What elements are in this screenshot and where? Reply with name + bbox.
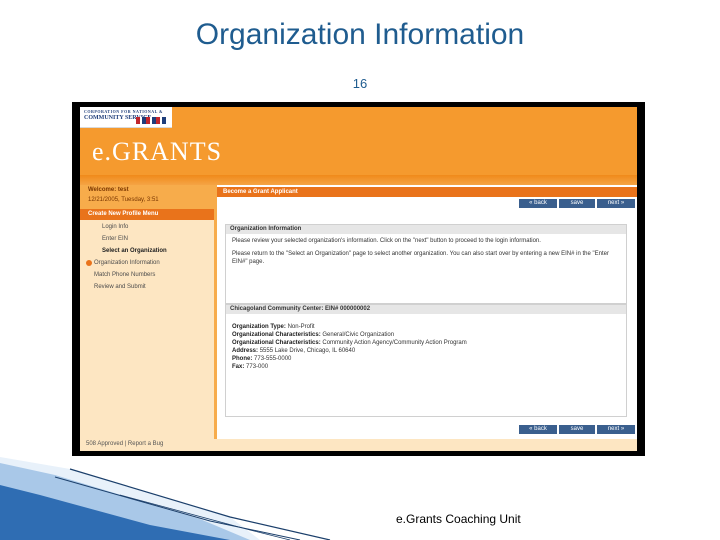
slide-title: Organization Information <box>195 18 525 51</box>
save-button[interactable]: save <box>559 199 595 208</box>
welcome-text: Welcome: test <box>88 187 129 193</box>
egrants-screenshot: CORPORATION FOR NATIONAL & COMMUNITY SER… <box>72 102 645 456</box>
next-label: next <box>607 426 620 432</box>
back-button[interactable]: « back <box>519 199 557 208</box>
detail-address: Address: 5555 Lake Drive, Chicago, IL 60… <box>232 348 356 354</box>
sidebar-item-select-organization[interactable]: Select an Organization <box>80 245 217 257</box>
main-content: Become a Grant Applicant « back save nex… <box>217 185 637 439</box>
slide-caption: e.Grants Coaching Unit <box>396 512 521 526</box>
instruction-proceed: Please review your selected organization… <box>232 238 541 244</box>
sidebar-item-label: Organization Information <box>94 260 160 266</box>
egrants-logo: e.GRANTS <box>92 137 223 166</box>
save-button-bottom[interactable]: save <box>559 425 595 434</box>
sidebar-item-match-phone-numbers[interactable]: Match Phone Numbers <box>80 269 217 281</box>
sidebar-item-review-and-submit[interactable]: Review and Submit <box>80 281 217 293</box>
top-nav-buttons: « back save next » <box>519 199 635 208</box>
next-button-bottom[interactable]: next » <box>597 425 635 434</box>
current-step-icon <box>86 260 92 266</box>
instruction-return: Please return to the "Select an Organiza… <box>232 251 609 265</box>
banner-divider <box>80 175 637 185</box>
back-label: back <box>534 200 547 206</box>
logo-line-1: CORPORATION FOR NATIONAL & <box>84 109 163 114</box>
next-button[interactable]: next » <box>597 199 635 208</box>
sidebar-item-organization-information[interactable]: Organization Information <box>80 257 217 269</box>
organization-info-text: Please review your selected organization… <box>226 234 626 266</box>
detail-organization-type: Organization Type: Non-Profit <box>232 324 315 330</box>
organization-details: Organization Type: Non-Profit Organizati… <box>226 314 626 371</box>
detail-characteristics-2: Organizational Characteristics: Communit… <box>232 340 467 346</box>
next-label: next <box>607 200 620 206</box>
back-label: back <box>534 426 547 432</box>
welcome-panel: Welcome: test 12/21/2005, Tuesday, 3:51 <box>80 185 217 209</box>
bottom-nav-buttons: « back save next » <box>519 425 635 434</box>
footer-links[interactable]: 508 Approved | Report a Bug <box>86 441 163 447</box>
organization-detail-box: Chicagoland Community Center: EIN# 00000… <box>225 304 627 417</box>
footer-bar: 508 Approved | Report a Bug <box>80 439 637 451</box>
profile-menu: Login Info Enter EIN Select an Organizat… <box>80 221 217 293</box>
menu-title: Create New Profile Menu <box>80 209 217 220</box>
sidebar-item-enter-ein[interactable]: Enter EIN <box>80 233 217 245</box>
egrants-window: CORPORATION FOR NATIONAL & COMMUNITY SER… <box>80 107 637 451</box>
organization-name-heading: Chicagoland Community Center: EIN# 00000… <box>226 305 626 314</box>
detail-characteristics-1: Organizational Characteristics: General/… <box>232 332 395 338</box>
flag-icon <box>136 117 166 124</box>
slide-decoration <box>0 457 331 540</box>
welcome-date: 12/21/2005, Tuesday, 3:51 <box>88 197 159 203</box>
organization-info-heading: Organization Information <box>226 225 626 234</box>
sidebar-item-login-info[interactable]: Login Info <box>80 221 217 233</box>
organization-info-box: Organization Information Please review y… <box>225 224 627 304</box>
slide-number: 16 <box>352 76 368 91</box>
page-heading-bar: Become a Grant Applicant <box>217 187 637 197</box>
sidebar: Welcome: test 12/21/2005, Tuesday, 3:51 … <box>80 185 217 439</box>
detail-fax: Fax: 773-000 <box>232 364 269 370</box>
egrants-banner: CORPORATION FOR NATIONAL & COMMUNITY SER… <box>80 107 637 185</box>
community-service-logo[interactable]: CORPORATION FOR NATIONAL & COMMUNITY SER… <box>80 107 172 128</box>
detail-phone: Phone: 773-555-0000 <box>232 356 292 362</box>
back-button-bottom[interactable]: « back <box>519 425 557 434</box>
